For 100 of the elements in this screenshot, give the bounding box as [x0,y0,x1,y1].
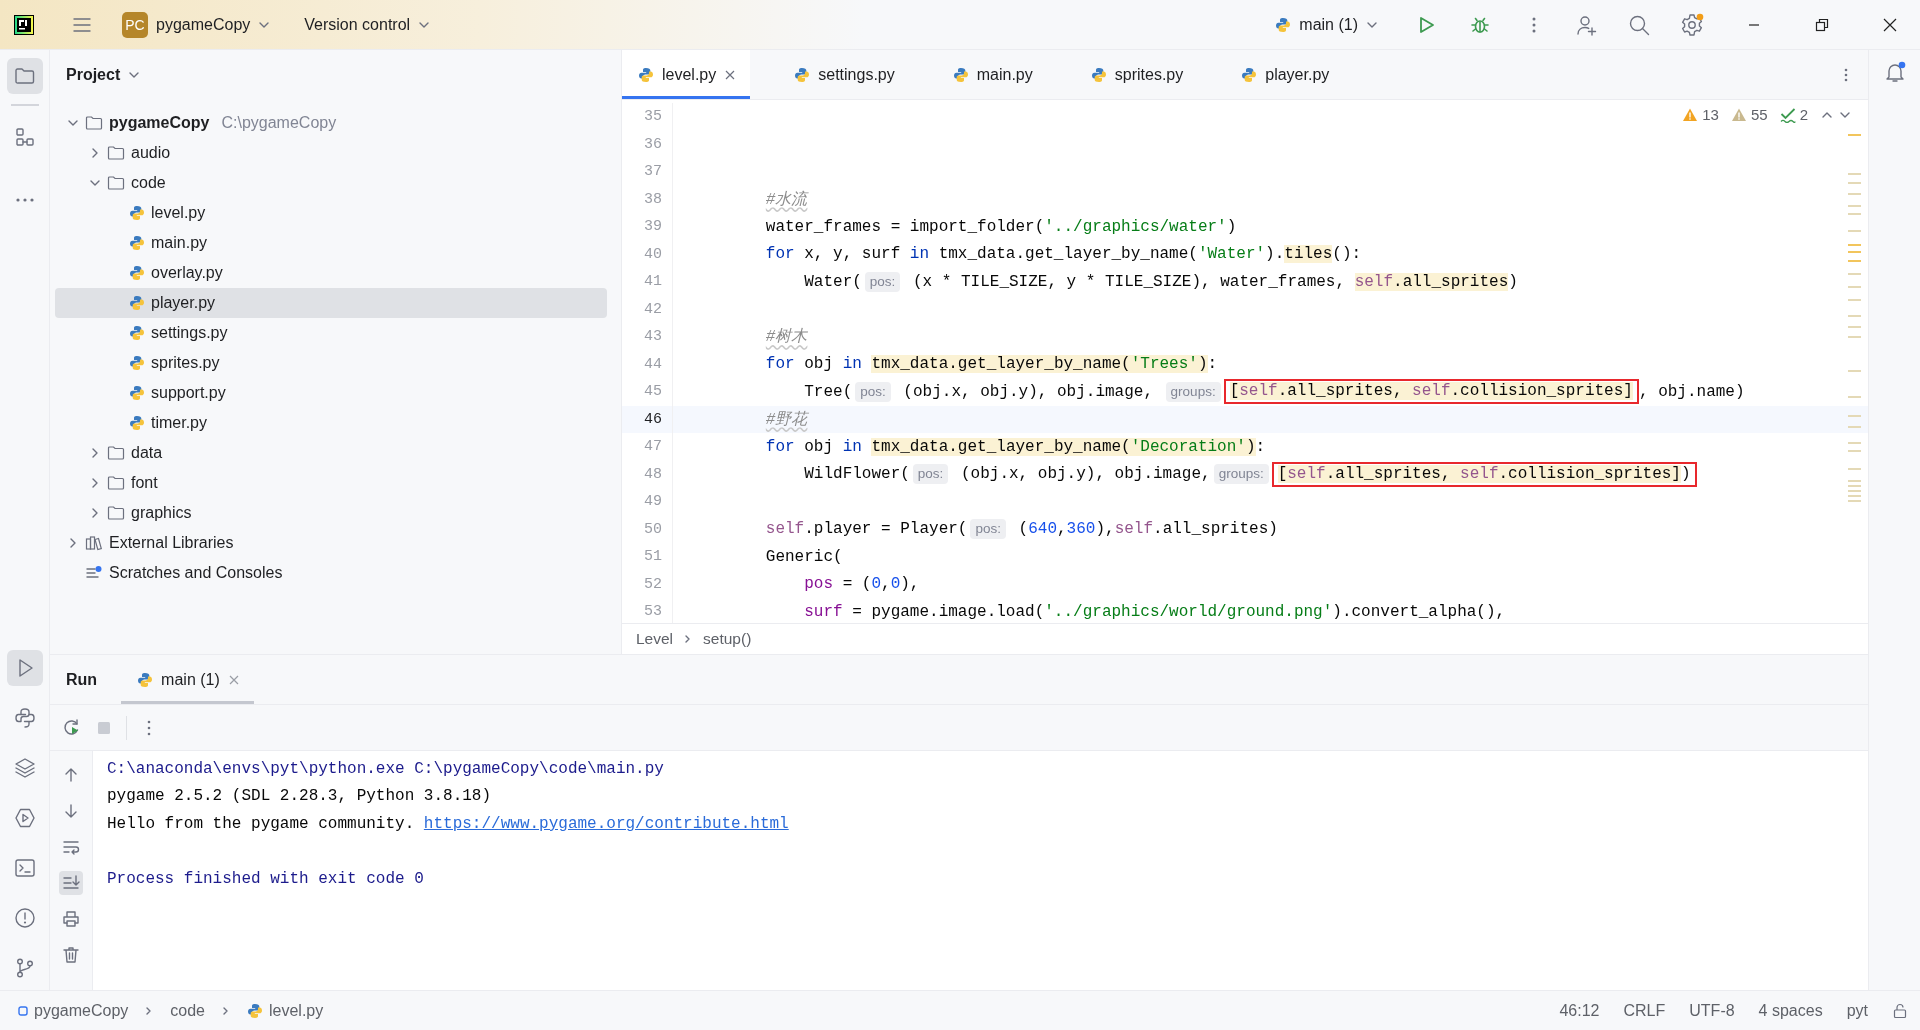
typo-count[interactable]: 2 [1799,106,1808,123]
line-number: 46 [622,405,673,433]
status-item[interactable]: CRLF [1619,998,1670,1023]
tree-item[interactable]: pygameCopy C:\pygameCopy [55,108,607,138]
tree-item[interactable]: settings.py [55,318,607,348]
python-icon [952,66,969,83]
status-path-item[interactable]: pygameCopy [14,998,133,1023]
python-icon [129,235,145,251]
line-number: 37 [622,158,673,186]
python-icon [794,66,811,83]
status-item[interactable]: pyt [1842,998,1872,1023]
python-icon [1090,66,1107,83]
tree-item[interactable]: graphics [55,498,607,528]
python-icon [129,205,145,221]
code-line: pos = (0,0), [804,574,920,596]
line-number: 45 [622,378,673,406]
library-icon [85,535,103,551]
python-icon [247,1002,263,1019]
console-link[interactable]: https://www.pygame.org/contribute.html [423,814,789,833]
app-logo-icon [14,14,34,35]
code-line: self.player = Player( pos: (640,360),self.all_sprites) [765,518,1278,542]
code-line: surf = pygame.image.load('../graphics/world/ground.png').convert_alpha(), [804,601,1506,623]
console-text: Process finished with exit code 0 [107,869,424,888]
module-icon [18,1005,28,1016]
tree-item[interactable]: sprites.py [55,348,607,378]
line-number: 41 [622,268,673,296]
tree-item[interactable]: player.py [55,288,607,318]
typo-check-icon [1779,106,1796,123]
editor-tab[interactable]: sprites.py [1074,50,1198,99]
python-icon [129,325,145,341]
python-icon [1275,16,1292,33]
tree-item[interactable]: font [55,468,607,498]
status-item[interactable]: 4 spaces [1754,998,1827,1023]
code-line: Generic( [765,546,843,568]
code-line: for x, y, surf in tmx_data.get_layer_by_name('Water').tiles(): [765,244,1362,266]
tree-item[interactable]: overlay.py [55,258,607,288]
line-number: 36 [622,130,673,158]
scroll-to-end-icon[interactable] [59,871,83,895]
project-view-menu[interactable]: Project [50,50,141,100]
python-icon [129,385,145,401]
warning-count[interactable]: 55 [1750,106,1768,123]
editor-tab[interactable]: settings.py [778,50,909,99]
run-configuration[interactable]: main (1) [1265,9,1388,40]
console-text: pygame 2.5.2 (SDL 2.28.3, Python 3.8.18) [107,787,492,806]
folder-icon [107,445,125,461]
tree-item[interactable]: External Libraries [55,528,607,558]
run-icon[interactable] [6,650,43,686]
lock-icon[interactable] [1892,1002,1908,1019]
project-switcher[interactable]: PC pygameCopy [112,5,281,44]
code-line: water_frames = import_folder('../graphics/water') [765,216,1237,238]
tree-item[interactable]: timer.py [55,408,607,438]
editor-tab[interactable]: level.py [622,50,751,99]
status-item[interactable]: UTF-8 [1685,998,1739,1023]
warning-count[interactable]: 13 [1702,106,1719,123]
python-icon [1241,66,1258,83]
line-number: 53 [622,598,673,623]
tree-item[interactable]: Scratches and Consoles [55,558,607,588]
folder-icon [107,145,125,161]
tree-item[interactable]: data [55,438,607,468]
panel-title: Run [65,669,99,690]
folder-icon[interactable] [6,58,43,94]
path-hint: C:\pygameCopy [221,114,337,132]
tree-item[interactable]: code [55,168,607,198]
line-number: 42 [622,295,673,323]
console-text: Hello from the pygame community. [107,814,416,833]
add-user-icon[interactable] [1576,13,1598,36]
vcs-menu[interactable]: Version control [294,9,441,40]
line-number: 48 [622,460,673,488]
python-icon [129,415,145,431]
code-line: #水流 [765,189,808,211]
line-number: 35 [622,103,673,131]
status-path-item[interactable]: level.py [243,998,328,1023]
editor-tab[interactable]: main.py [936,50,1047,99]
breadcrumb[interactable]: setup() [703,630,752,648]
line-number: 44 [622,350,673,378]
folder-icon [85,115,103,131]
status-item[interactable]: 46:12 [1555,998,1604,1023]
breadcrumb[interactable]: Level [636,630,674,648]
editor-tab[interactable]: player.py [1225,50,1344,99]
tree-item[interactable]: support.py [55,378,607,408]
python-icon [129,355,145,371]
line-number: 38 [622,185,673,213]
folder-icon [107,475,125,491]
code-line: WildFlower( pos: (obj.x, obj.y), obj.image, groups: [self.all_sprites, self.collision_sprites]) [804,460,1697,488]
tree-item[interactable]: main.py [55,228,607,258]
scratches-icon [85,565,103,581]
folder-icon [107,175,125,191]
python-icon [137,671,154,688]
python-icon [638,66,654,83]
python-icon [129,265,145,281]
tree-item[interactable]: level.py [55,198,607,228]
tree-item[interactable]: audio [55,138,607,168]
status-path-item[interactable]: code [166,998,209,1023]
line-number: 47 [622,433,673,461]
code-line: #树木 [765,327,808,349]
line-number: 51 [622,543,673,571]
line-number: 52 [622,570,673,598]
search-icon[interactable] [1628,13,1650,36]
run-tab[interactable]: main (1) [121,655,254,704]
settings-icon[interactable] [1680,12,1704,37]
